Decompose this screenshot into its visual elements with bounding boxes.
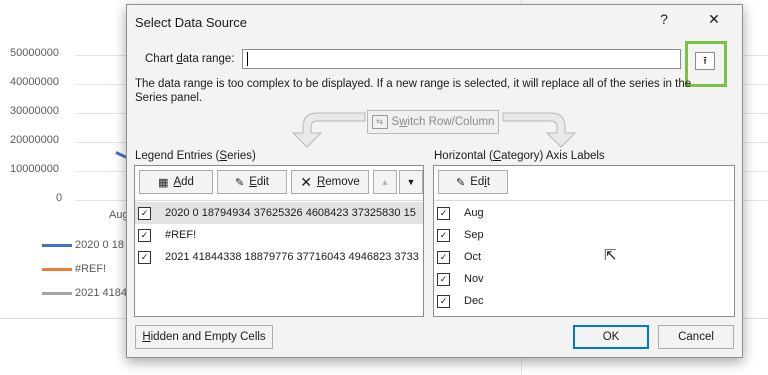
- category-checkbox[interactable]: ✓: [437, 272, 450, 286]
- checkmark-icon: ✓: [140, 229, 149, 240]
- legend-item: 2020 0 18: [42, 239, 124, 251]
- checkmark-icon: ✓: [140, 251, 149, 262]
- category-label: Sep: [464, 229, 484, 241]
- legend-entries-panel: ▦ Add ✎ Edit ✕ Remove ▲ ▼ ✓ 2020 0 18794…: [134, 165, 424, 317]
- category-label: Oct: [464, 251, 482, 263]
- legend-swatch: [42, 243, 72, 247]
- y-tick-label: 10000000: [10, 163, 59, 175]
- hidden-empty-cells-button[interactable]: Hidden and Empty Cells: [135, 325, 273, 349]
- y-tick-label: 20000000: [10, 134, 59, 146]
- category-label: Nov: [464, 273, 484, 285]
- y-tick-label: 50000000: [10, 47, 59, 59]
- chart-data-range-label: Chart data range:: [145, 53, 235, 65]
- legend-item: 2021 4184: [42, 287, 127, 299]
- add-series-button[interactable]: ▦ Add: [139, 170, 213, 194]
- edit-axis-label: Edit: [470, 176, 491, 188]
- legend-label: #REF!: [75, 263, 107, 275]
- category-row[interactable]: ✓ Aug: [434, 202, 734, 224]
- cancel-button[interactable]: Cancel: [658, 325, 734, 349]
- legend-label: 2021 4184: [75, 287, 127, 299]
- select-data-source-dialog: Select Data Source ? ✕ Chart data range:…: [126, 4, 743, 358]
- series-checkbox[interactable]: ✓: [138, 228, 151, 242]
- legend-toolbar: ▦ Add ✎ Edit ✕ Remove ▲ ▼: [135, 166, 423, 201]
- left-curved-arrow-icon: [291, 112, 366, 148]
- axis-labels-title: Horizontal (Category) Axis Labels: [434, 150, 605, 162]
- category-label: Dec: [464, 295, 484, 307]
- series-name: 2020 0 18794934 37625326 4608423 3732583…: [165, 207, 416, 219]
- checkmark-icon: ✓: [439, 273, 448, 284]
- checkmark-icon: ✓: [439, 229, 448, 240]
- legend-swatch: [42, 291, 72, 295]
- collapse-dialog-button[interactable]: ⭱: [695, 52, 715, 70]
- move-down-icon: ▼: [406, 177, 416, 187]
- checkmark-icon: ✓: [140, 207, 149, 218]
- add-label: Add: [173, 176, 194, 188]
- ok-button[interactable]: OK: [573, 325, 649, 349]
- category-checkbox[interactable]: ✓: [437, 228, 450, 242]
- text-caret: [247, 52, 248, 66]
- range-message: The data range is too complex to be disp…: [135, 78, 692, 104]
- legend-swatch: [42, 267, 72, 271]
- y-tick-label: 30000000: [10, 105, 59, 117]
- mouse-pointer-icon: ⇱: [604, 247, 617, 264]
- edit-series-button[interactable]: ✎ Edit: [217, 170, 287, 194]
- series-checkbox[interactable]: ✓: [138, 250, 151, 264]
- edit-label: Edit: [249, 176, 270, 188]
- edit-pencil-icon: ✎: [455, 176, 466, 189]
- category-label: Aug: [464, 207, 484, 219]
- remove-label: Remove: [316, 176, 360, 188]
- dialog-title: Select Data Source: [135, 15, 248, 30]
- checkmark-icon: ✓: [439, 295, 448, 306]
- category-row[interactable]: ✓ Dec: [434, 290, 734, 312]
- y-tick-label: 0: [56, 192, 63, 204]
- series-row[interactable]: ✓ 2021 41844338 18879776 37716043 494682…: [135, 246, 423, 268]
- edit-pencil-icon: ✎: [234, 176, 245, 189]
- series-checkbox[interactable]: ✓: [138, 206, 151, 220]
- right-curved-arrow-icon: [502, 112, 577, 148]
- axis-labels-panel: ✎ Edit ✓ Aug ✓ Sep ✓ Oct ✓ Nov ✓ Dec: [433, 165, 735, 317]
- y-tick-label: 40000000: [10, 76, 59, 88]
- legend-item: #REF!: [42, 263, 106, 275]
- switch-grid-icon: ⇆: [371, 115, 388, 129]
- legend-entries-title: Legend Entries (Series): [135, 150, 256, 162]
- move-down-button[interactable]: ▼: [399, 170, 423, 194]
- switch-row-column-button[interactable]: ⇆ Switch Row/Column: [367, 110, 499, 134]
- remove-x-icon: ✕: [300, 173, 312, 190]
- category-row[interactable]: ✓ Oct: [434, 246, 734, 268]
- checkmark-icon: ✓: [439, 251, 448, 262]
- remove-series-button[interactable]: ✕ Remove: [291, 170, 369, 194]
- category-checkbox[interactable]: ✓: [437, 206, 450, 220]
- category-checkbox[interactable]: ✓: [437, 294, 450, 308]
- series-row[interactable]: ✓ 2020 0 18794934 37625326 4608423 37325…: [135, 202, 423, 224]
- upload-arrow-icon: ⭱: [703, 54, 707, 67]
- move-up-button[interactable]: ▲: [373, 170, 397, 194]
- edit-axis-labels-button[interactable]: ✎ Edit: [438, 170, 508, 194]
- axis-toolbar: ✎ Edit: [434, 166, 734, 201]
- series-name: #REF!: [165, 229, 197, 241]
- legend-label: 2020 0 18: [75, 239, 124, 251]
- add-table-icon: ▦: [158, 176, 169, 189]
- category-row[interactable]: ✓ Sep: [434, 224, 734, 246]
- help-button[interactable]: ?: [653, 11, 675, 27]
- switch-row-column-label: Switch Row/Column: [391, 116, 495, 128]
- category-checkbox[interactable]: ✓: [437, 250, 450, 264]
- series-name: 2021 41844338 18879776 37716043 4946823 …: [165, 251, 419, 263]
- chart-data-range-input[interactable]: [242, 49, 681, 69]
- checkmark-icon: ✓: [439, 207, 448, 218]
- move-up-icon: ▲: [380, 177, 390, 187]
- category-row[interactable]: ✓ Nov: [434, 268, 734, 290]
- close-button[interactable]: ✕: [703, 11, 725, 28]
- series-row[interactable]: ✓ #REF!: [135, 224, 423, 246]
